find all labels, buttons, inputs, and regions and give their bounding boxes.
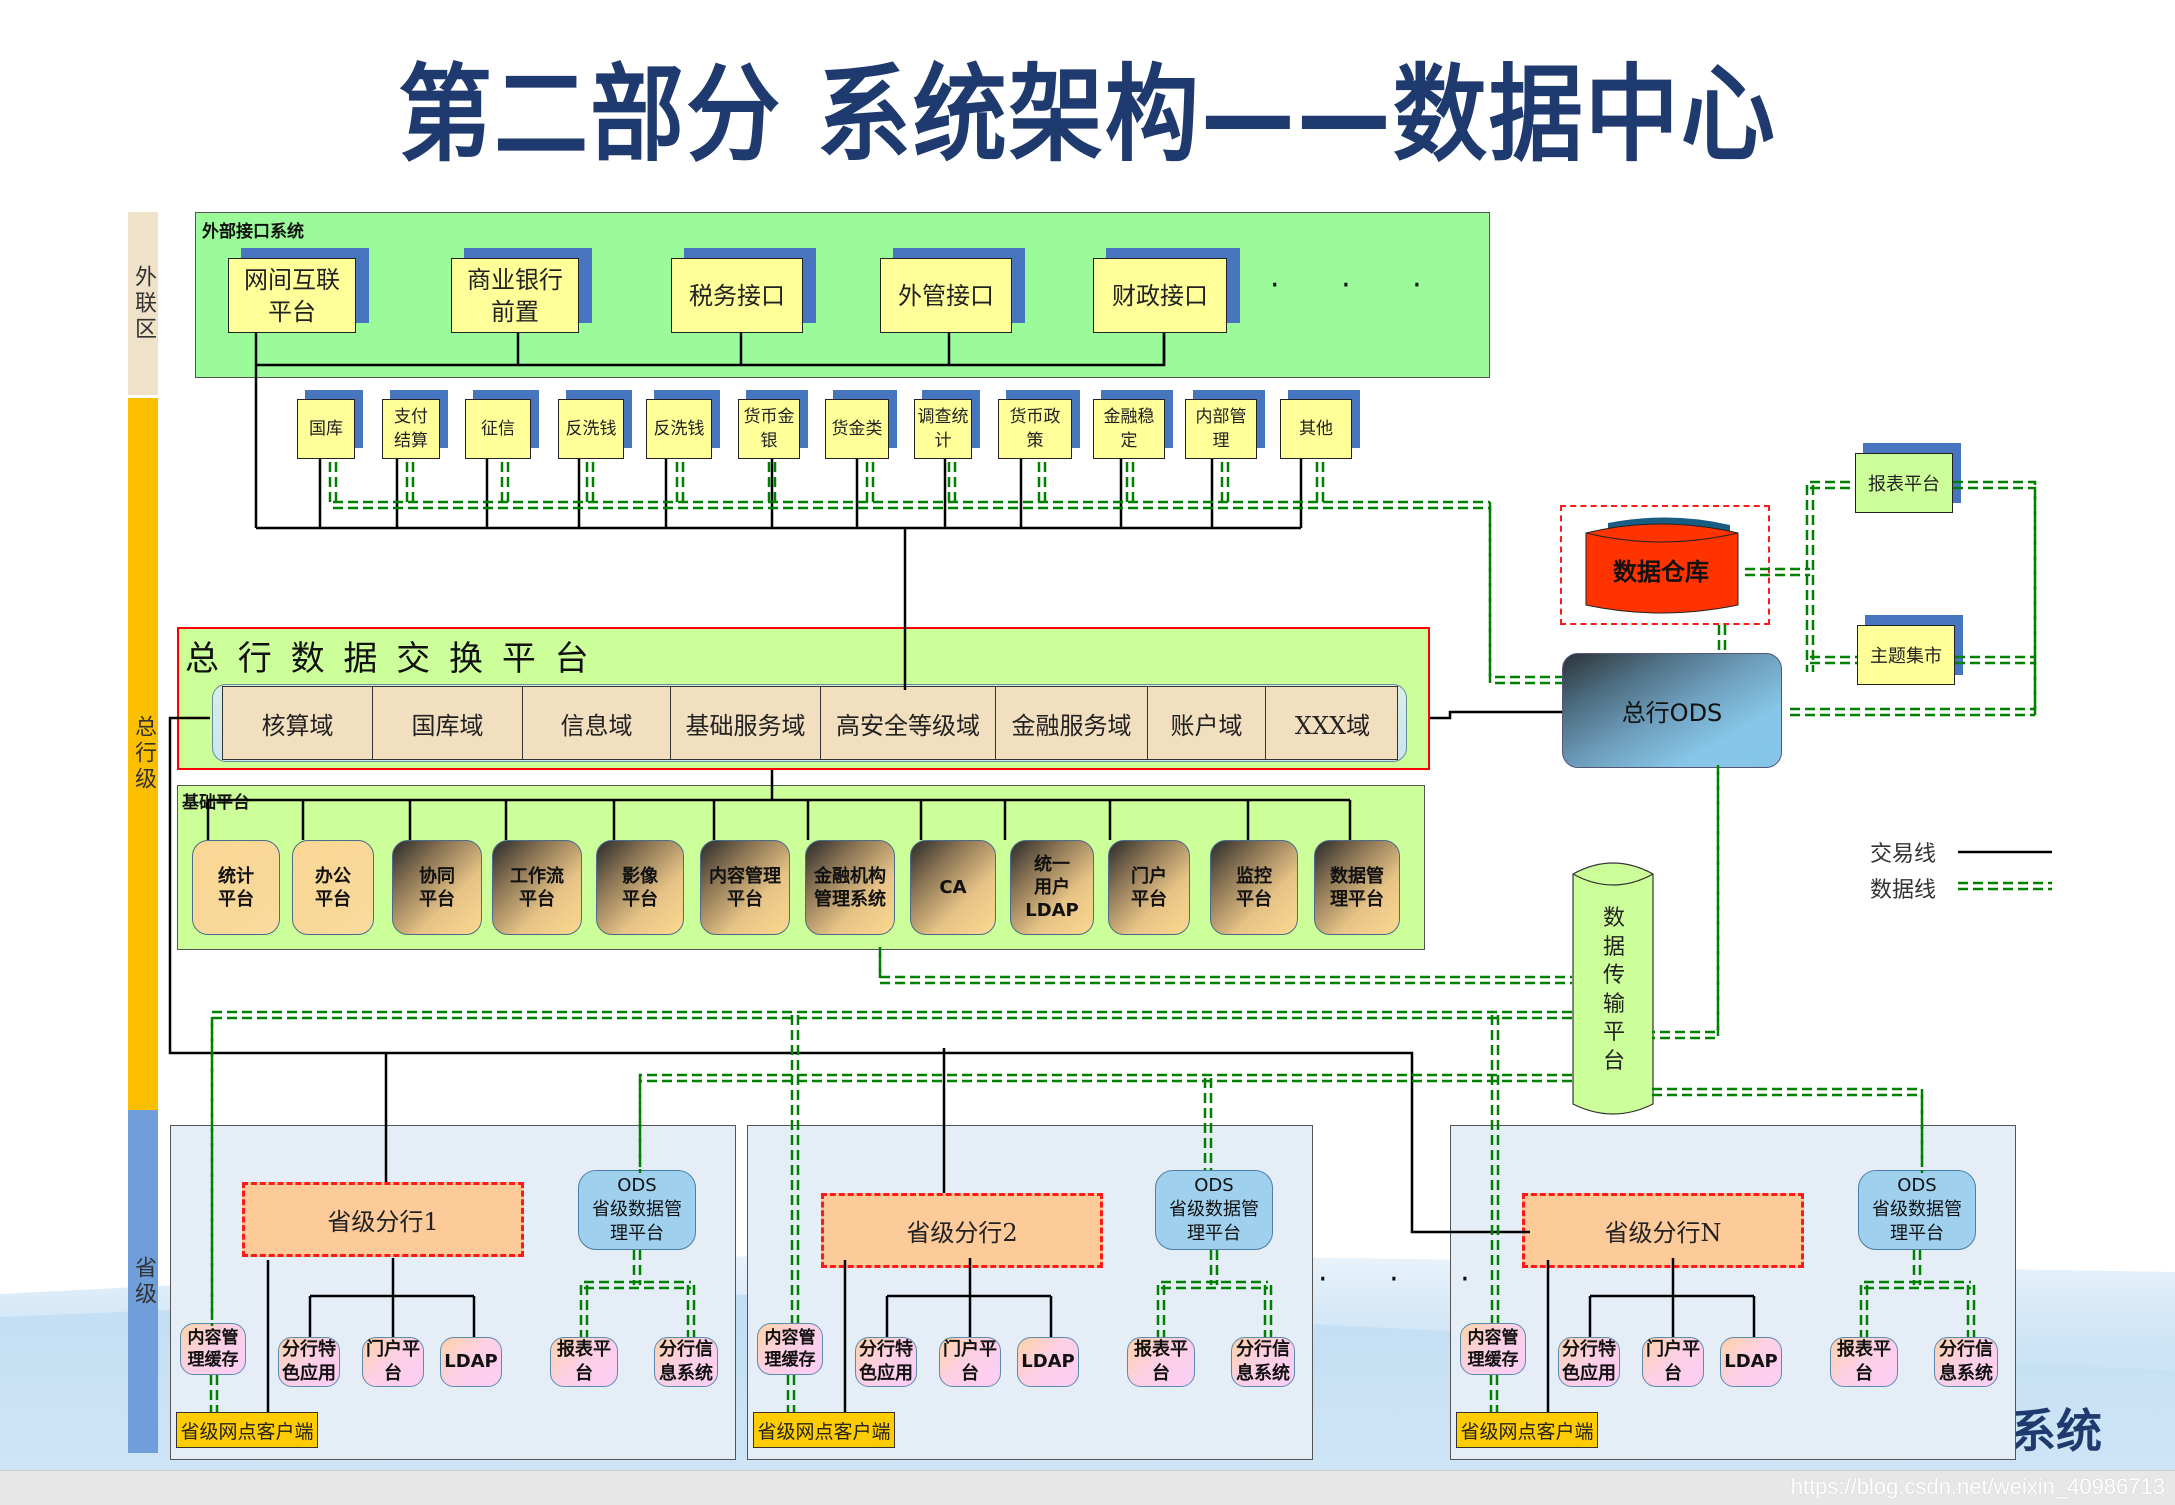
domain-cell[interactable]: 基础服务域 [671, 687, 821, 759]
data-line-report-right [1953, 486, 2037, 715]
base-platform-title: 基础平台 [182, 793, 250, 813]
domain-cell[interactable]: XXX域 [1266, 687, 1399, 759]
province-app[interactable]: LDAP [1017, 1337, 1079, 1387]
base-platform-item[interactable]: 监控 平台 [1210, 840, 1298, 935]
province-app[interactable]: LDAP [1720, 1337, 1782, 1387]
trade-line-exchange-ods [1430, 710, 1562, 720]
legend-data-label: 数据线 [1870, 878, 1937, 903]
province-ods[interactable]: ODS 省级数据管 理平台 [1858, 1170, 1976, 1250]
domain-cell[interactable]: 核算域 [223, 687, 373, 759]
hq-ods: 总行ODS [1562, 653, 1782, 768]
province-app[interactable]: 门户平 台 [362, 1337, 424, 1387]
province-app[interactable]: 分行特 色应用 [278, 1337, 340, 1387]
province-content-cache[interactable]: 内容管 理缓存 [180, 1323, 246, 1375]
external-interface-title: 外部接口系统 [202, 222, 304, 242]
data-line-base-transfer [878, 947, 1572, 979]
base-platform-item[interactable]: 数据管 理平台 [1314, 840, 1400, 935]
data-line-ods-transfer [1652, 771, 1720, 1040]
province-data-app[interactable]: 报表平 台 [1127, 1337, 1195, 1387]
province-branch[interactable]: 省级分行1 [242, 1182, 524, 1257]
base-platform-item[interactable]: 金融机构 管理系统 [805, 840, 895, 935]
data-line-base-transfer [878, 953, 1572, 985]
domain-cell[interactable]: 金融服务域 [996, 687, 1148, 759]
province-data-app[interactable]: 分行信 息系统 [1231, 1337, 1295, 1387]
data-line-to-ods [1488, 502, 1562, 679]
province-app[interactable]: 门户平 台 [939, 1337, 1001, 1387]
province-more-dots: · · · [1318, 1262, 1496, 1297]
external-system-box[interactable]: 外管接口 [880, 258, 1012, 333]
business-system-box[interactable]: 内部管 理 [1185, 399, 1257, 459]
business-system-box[interactable]: 货币金 银 [738, 399, 800, 459]
data-line-ods-transfer [1652, 765, 1720, 1034]
external-system-box[interactable]: 税务接口 [671, 258, 803, 333]
base-platform-item[interactable]: 协同 平台 [392, 840, 482, 935]
business-system-box[interactable]: 反洗钱 [646, 399, 712, 459]
domain-row: 核算域 国库域 信息域 基础服务域 高安全等级域 金融服务域 账户域 XXX域 [222, 686, 1398, 760]
province-app[interactable]: LDAP [440, 1337, 502, 1387]
data-transfer-label: 数据传输平台 [1602, 906, 1625, 1074]
province-branch[interactable]: 省级分行N [1522, 1193, 1804, 1268]
base-platform-item[interactable]: 内容管理 平台 [700, 840, 790, 935]
business-system-box[interactable]: 货金类 [825, 399, 889, 459]
province-branch[interactable]: 省级分行2 [821, 1193, 1103, 1268]
business-system-box[interactable]: 调查统 计 [914, 399, 972, 459]
data-warehouse-label: 数据仓库 [1613, 557, 1709, 586]
band-external: 外联区 [128, 212, 158, 395]
brand-fragment: 系统 [2010, 1404, 2102, 1458]
business-system-box[interactable]: 征信 [465, 399, 531, 459]
watermark: https://blog.csdn.net/weixin_40986713 [1790, 1474, 2165, 1499]
base-platform-item[interactable]: 统一 用户 LDAP [1010, 840, 1094, 935]
province-data-app[interactable]: 报表平 台 [1830, 1337, 1898, 1387]
external-system-box[interactable]: 财政接口 [1093, 258, 1227, 333]
external-system-box[interactable]: 商业银行 前置 [451, 258, 579, 333]
province-data-app[interactable]: 分行信 息系统 [1934, 1337, 1998, 1387]
domain-cell[interactable]: 信息域 [523, 687, 671, 759]
exchange-platform: 总 行 数 据 交 换 平 台 核算域 国库域 信息域 基础服务域 高安全等级域 金融服务… [177, 627, 1430, 770]
data-line-report-right [1953, 480, 2037, 709]
province-data-app[interactable]: 分行信 息系统 [654, 1337, 718, 1387]
external-more-dots: · · · [1270, 268, 1448, 303]
base-platform-item[interactable]: CA [910, 840, 996, 935]
exchange-platform-title: 总 行 数 据 交 换 平 台 [185, 639, 593, 679]
business-system-box[interactable]: 反洗钱 [558, 399, 624, 459]
business-system-box[interactable]: 国库 [297, 399, 355, 459]
base-platform-item[interactable]: 门户 平台 [1108, 840, 1190, 935]
page-title: 第二部分 系统架构——数据中心 [398, 54, 1777, 177]
domain-cell[interactable]: 国库域 [373, 687, 523, 759]
base-platform-item[interactable]: 办公 平台 [292, 840, 374, 935]
province-app[interactable]: 分行特 色应用 [1558, 1337, 1620, 1387]
province-app[interactable]: 分行特 色应用 [855, 1337, 917, 1387]
legend-trade-label: 交易线 [1870, 842, 1937, 867]
province-app[interactable]: 门户平 台 [1642, 1337, 1704, 1387]
province-client[interactable]: 省级网点客户端 [753, 1412, 895, 1448]
province-client[interactable]: 省级网点客户端 [1456, 1412, 1598, 1448]
base-platform-item[interactable]: 影像 平台 [596, 840, 684, 935]
report-platform: 报表平台 [1855, 453, 1953, 513]
domain-cell[interactable]: 高安全等级域 [821, 687, 996, 759]
domain-cell[interactable]: 账户域 [1148, 687, 1266, 759]
province-content-cache[interactable]: 内容管 理缓存 [757, 1323, 823, 1375]
data-line-to-ods [1488, 508, 1562, 685]
topic-mart: 主题集市 [1857, 625, 1955, 685]
business-system-box[interactable]: 货币政 策 [998, 399, 1072, 459]
province-client[interactable]: 省级网点客户端 [176, 1412, 318, 1448]
base-platform-item[interactable]: 工作流 平台 [492, 840, 582, 935]
business-system-box[interactable]: 其他 [1280, 399, 1352, 459]
province-ods[interactable]: ODS 省级数据管 理平台 [1155, 1170, 1273, 1250]
business-system-box[interactable]: 支付 结算 [382, 399, 440, 459]
band-province: 省级 [128, 1110, 158, 1453]
province-ods[interactable]: ODS 省级数据管 理平台 [578, 1170, 696, 1250]
province-data-app[interactable]: 报表平 台 [550, 1337, 618, 1387]
external-system-box[interactable]: 网间互联 平台 [228, 258, 356, 333]
business-system-box[interactable]: 金融稳 定 [1093, 399, 1165, 459]
base-platform-item[interactable]: 统计 平台 [192, 840, 280, 935]
province-content-cache[interactable]: 内容管 理缓存 [1460, 1323, 1526, 1375]
band-head-office: 总行级 [128, 398, 158, 1110]
